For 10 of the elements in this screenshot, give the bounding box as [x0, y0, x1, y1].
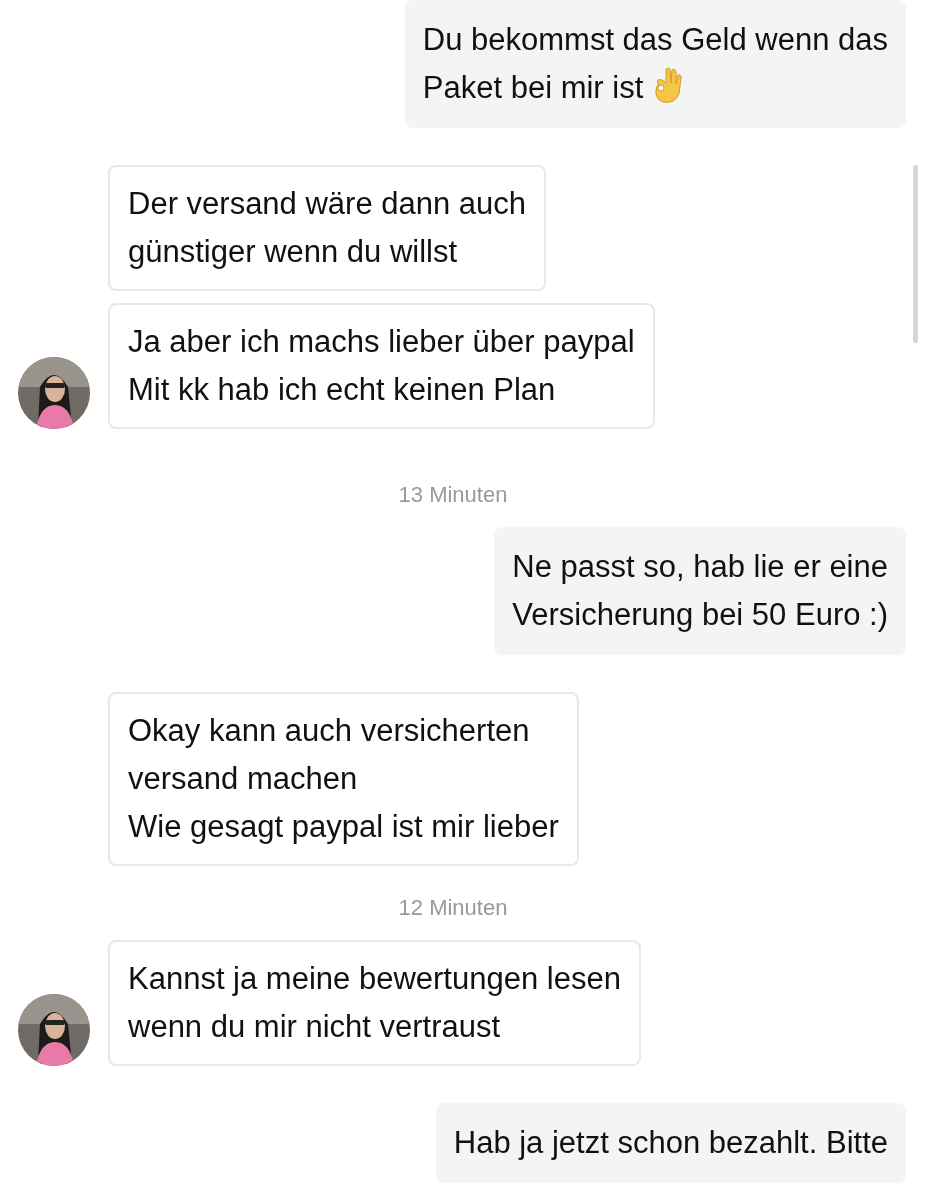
received-message: Kannst ja meine bewertungen lesen wenn du mir nicht vertraust [108, 940, 641, 1066]
received-message: Der versand wäre dann auch günstiger wenn du willst [108, 165, 547, 291]
timestamp: 13 Minuten [398, 482, 508, 507]
received-message: Okay kann auch versicherten versand machen Wie gesagt paypal ist mir lieber [108, 692, 579, 866]
scrollbar[interactable] [913, 165, 918, 343]
received-message: Ja aber ich machs lieber über paypal Mit kk hab ich echt keinen Plan [108, 303, 655, 429]
sent-message: Hab ja jetzt schon bezahlt. Bitte [435, 1103, 906, 1183]
timestamp: 12 Minuten [398, 895, 508, 920]
sent-message: Du bekommst das Geld wenn das Paket bei mir ist [404, 0, 906, 128]
sent-message: Ne passt so, hab lie er eine Versicherung bei 50 Euro :) [494, 527, 906, 655]
